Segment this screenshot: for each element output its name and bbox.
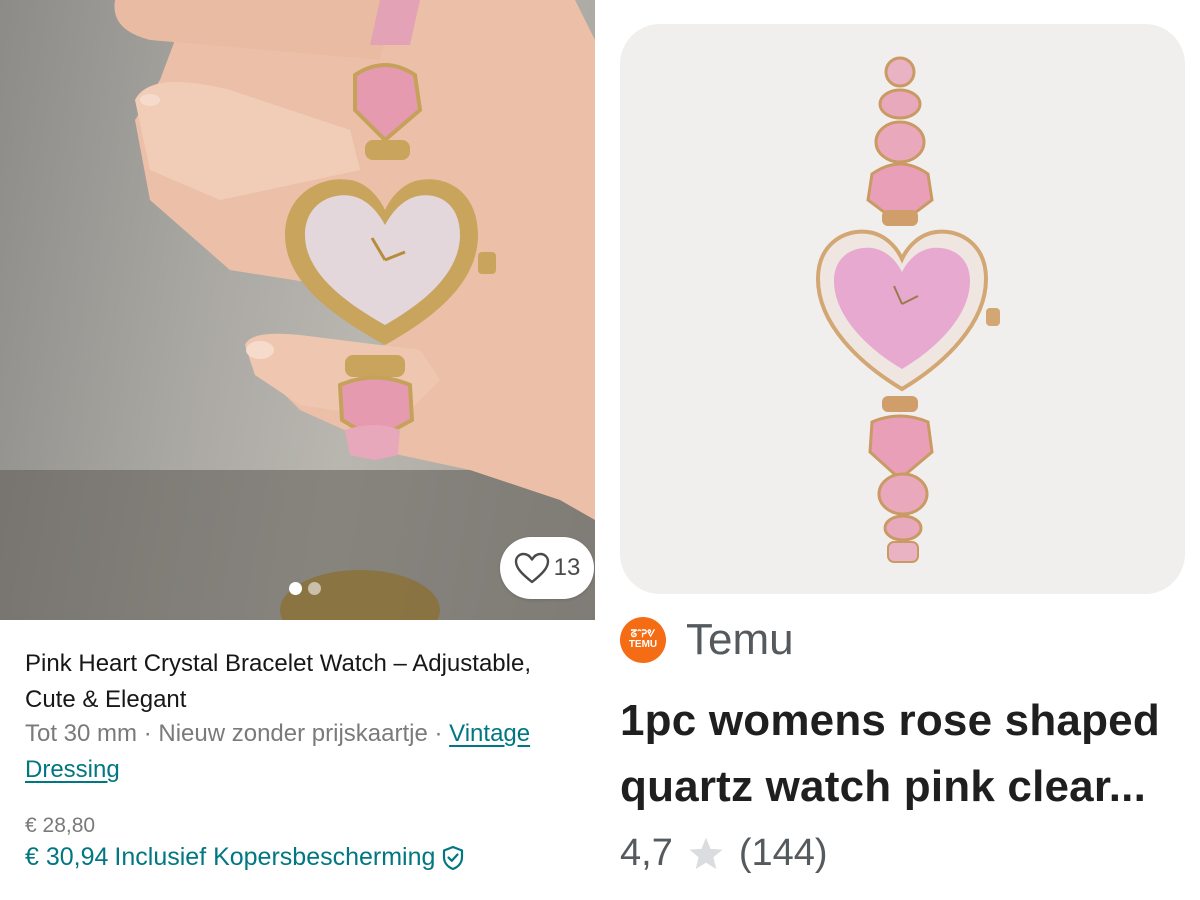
condition-label: Nieuw zonder prijskaartje	[158, 720, 428, 747]
star-icon	[689, 837, 723, 869]
favorite-button[interactable]: 13	[500, 537, 594, 599]
product-title[interactable]: 1pc womens rose shaped quartz watch pink…	[620, 688, 1195, 820]
review-count: (144)	[738, 832, 828, 874]
hand-watch-photo	[0, 0, 595, 620]
rating-row: 4,7 (144)	[620, 832, 828, 875]
seller-name: Temu	[686, 615, 794, 664]
listing-card[interactable]: 13 Pink Heart Crystal Bracelet Watch – A…	[0, 0, 595, 900]
carousel-dot[interactable]	[308, 582, 321, 595]
total-price: € 30,94	[25, 843, 109, 871]
shield-check-icon	[443, 845, 464, 870]
product-photo[interactable]: 13	[0, 0, 595, 620]
carousel-dot-active[interactable]	[289, 582, 302, 595]
item-price: € 28,80	[25, 814, 96, 837]
rating-value: 4,7	[620, 832, 673, 874]
watch-product-photo	[815, 56, 1000, 563]
separator: ·	[427, 720, 450, 747]
buyer-protection-label: Inclusief Kopersbescherming	[114, 843, 436, 871]
product-image[interactable]	[620, 24, 1185, 594]
carousel-dots[interactable]	[289, 582, 321, 595]
heart-icon	[514, 552, 549, 584]
seller-row[interactable]: ᘔᐢᕈᕓ TEMU Temu	[620, 615, 794, 665]
total-price-row[interactable]: € 30,94 Inclusief Kopersbescherming	[25, 843, 465, 872]
listing-title[interactable]: Pink Heart Crystal Bracelet Watch – Adju…	[25, 646, 565, 718]
size-label: Tot 30 mm	[25, 720, 138, 747]
temu-logo-icon: ᘔᐢᕈᕓ TEMU	[620, 617, 666, 663]
listing-details: Tot 30 mm · Nieuw zonder prijskaartje · …	[25, 716, 590, 788]
favorite-count: 13	[553, 554, 581, 581]
product-card[interactable]: ᘔᐢᕈᕓ TEMU Temu 1pc womens rose shaped qu…	[620, 0, 1200, 900]
temu-logo-text: TEMU	[628, 639, 658, 650]
separator: ·	[137, 720, 159, 747]
